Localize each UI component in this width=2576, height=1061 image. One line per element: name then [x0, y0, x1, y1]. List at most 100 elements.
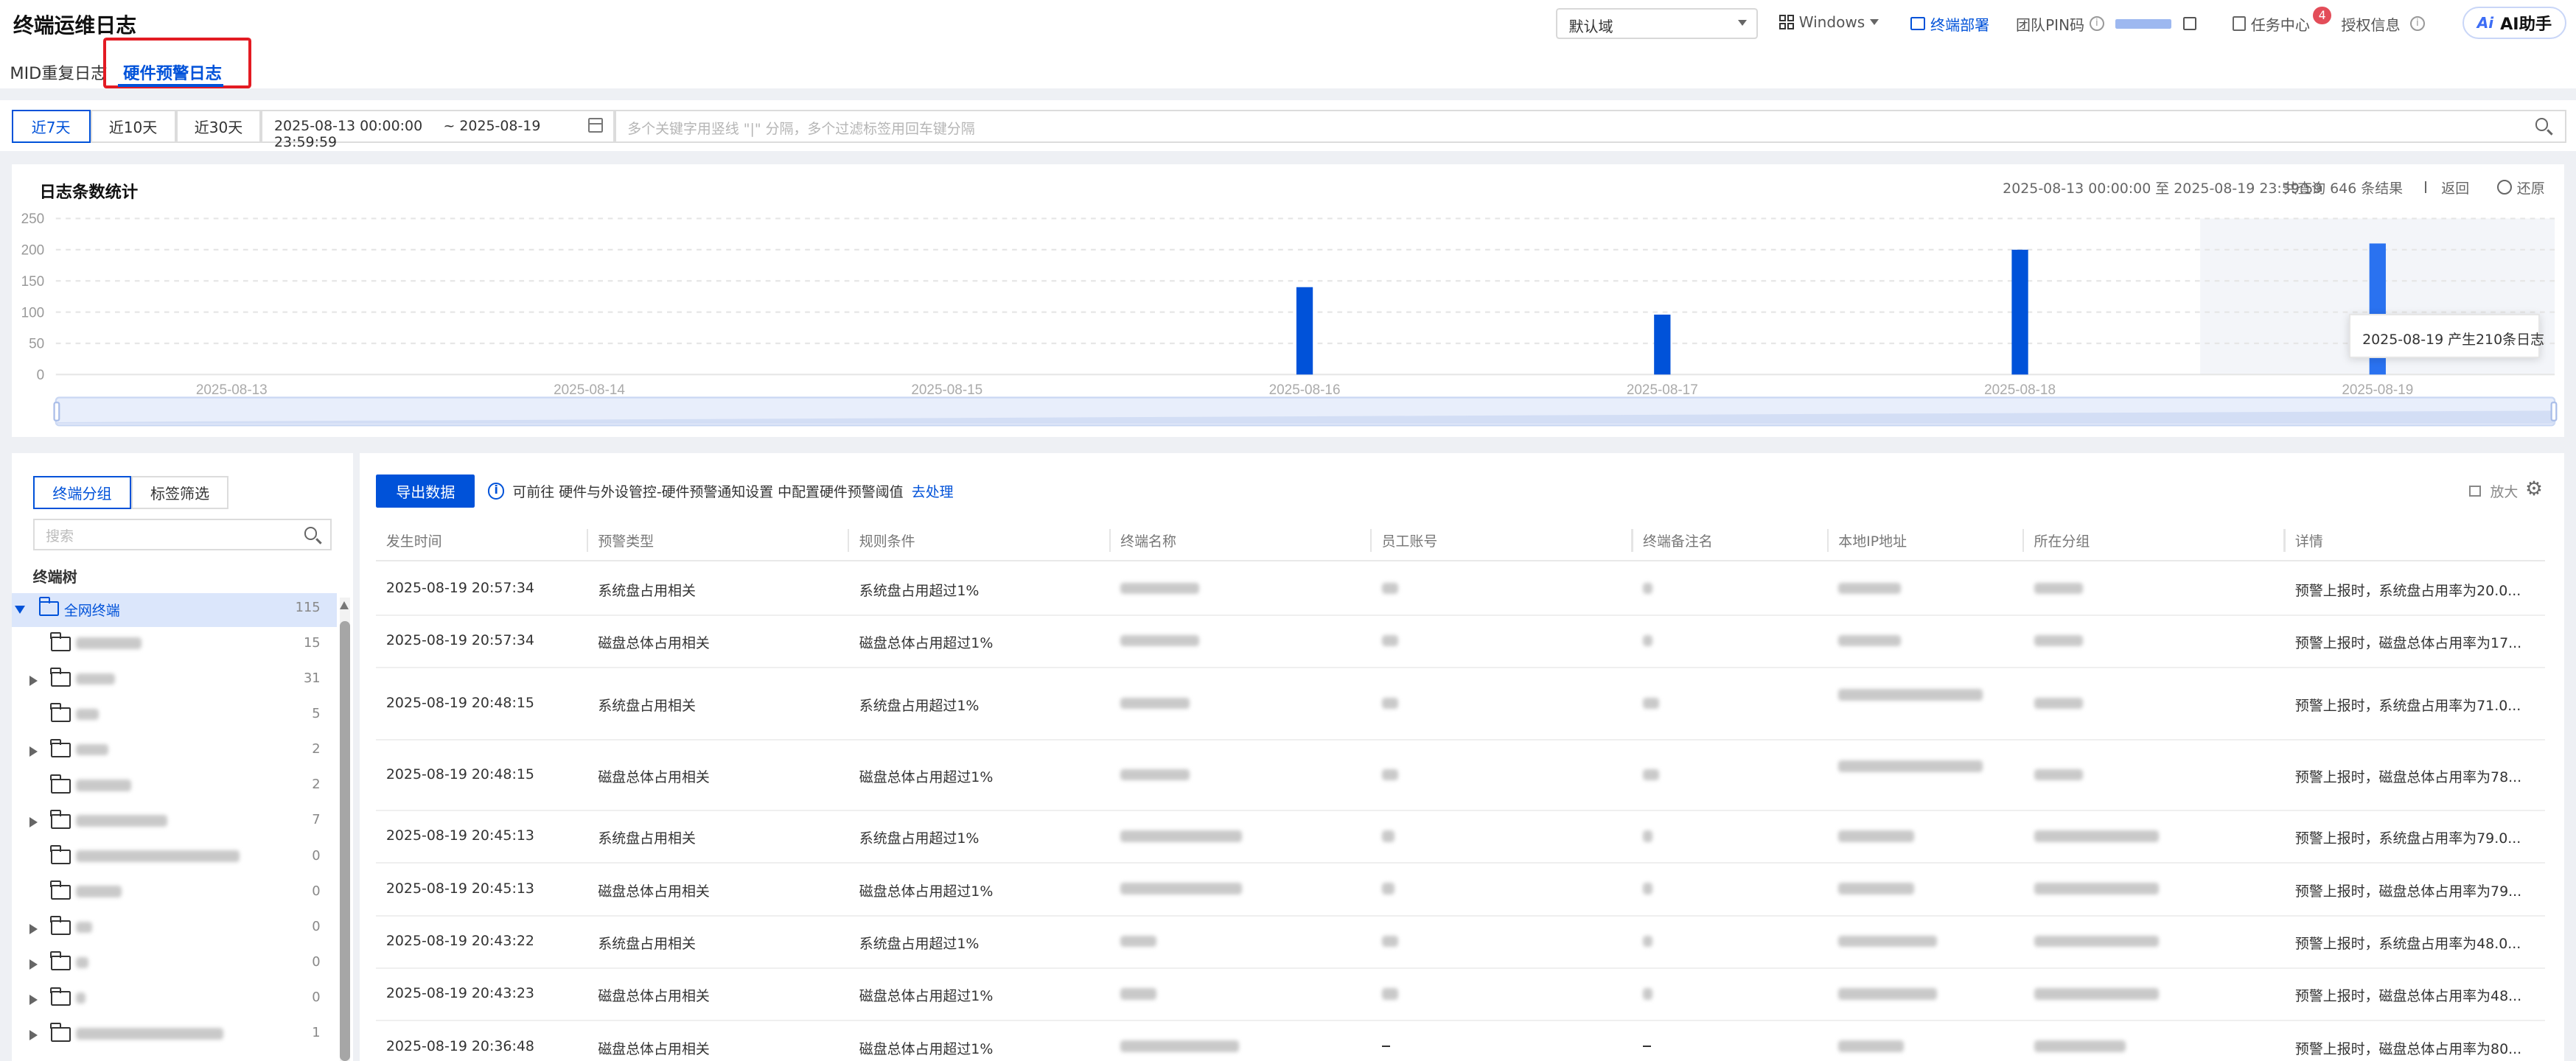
ai-logo-icon: Ai — [2476, 14, 2494, 32]
tree-item[interactable]: 2 — [12, 770, 337, 805]
cell-time: 2025-08-19 20:43:22 — [385, 933, 534, 950]
tree-item[interactable]: 1 — [12, 1018, 337, 1053]
tree-item[interactable]: 2 — [12, 735, 337, 769]
chevron-right-icon[interactable] — [29, 817, 38, 828]
table-row[interactable] — [376, 915, 2544, 967]
tree-item-label — [75, 706, 99, 722]
tree-label: 终端树 — [32, 567, 77, 586]
range-30d-button[interactable]: 近30天 — [175, 110, 262, 143]
cell-rule: 系统盘占用超过1% — [859, 697, 980, 714]
masked-value — [1120, 883, 1243, 895]
tree-item[interactable]: 7 — [12, 806, 337, 841]
chevron-right-icon[interactable] — [29, 959, 38, 970]
bar[interactable] — [2011, 249, 2028, 375]
folder-icon — [50, 703, 71, 723]
date-range-input[interactable]: 2025-08-13 00:00:00 ~ 2025-08-19 23:59:5… — [261, 110, 615, 150]
folder-icon — [50, 668, 71, 687]
chevron-right-icon[interactable] — [29, 923, 38, 934]
ai-label: AI助手 — [2500, 15, 2552, 35]
masked-value — [2034, 830, 2159, 842]
scroll-up-icon[interactable] — [340, 600, 349, 609]
tree-item[interactable]: 31 — [12, 664, 337, 698]
copy-icon[interactable] — [2182, 17, 2196, 31]
column-divider[interactable] — [1631, 528, 1633, 552]
tree-item[interactable]: 0 — [12, 912, 337, 947]
chevron-right-icon[interactable] — [29, 1030, 38, 1041]
tree-item[interactable]: 0 — [12, 877, 337, 911]
cell-ip — [1838, 687, 1983, 703]
cell-rule: 磁盘总体占用超过1% — [859, 883, 994, 900]
ai-assistant-button[interactable]: Ai AI助手 — [2462, 6, 2566, 40]
tree-item-label — [75, 670, 115, 687]
bar-chart[interactable]: 0 50 100 150 200 250 2025-08-13 2025-08-14 2025-… — [0, 164, 2576, 437]
tree-search-input[interactable]: 搜索 — [32, 519, 332, 550]
bar[interactable] — [1296, 287, 1313, 375]
column-divider[interactable] — [1826, 528, 1829, 552]
tab-mid-duplicate[interactable]: MID重复日志 — [10, 60, 107, 84]
masked-value — [1381, 582, 1398, 595]
tree-item[interactable]: 0 — [12, 948, 337, 982]
cell-account — [1381, 985, 1398, 1001]
os-select[interactable]: Windows — [1779, 13, 1879, 31]
chevron-right-icon[interactable] — [29, 994, 38, 1005]
tree-item-count: 0 — [312, 883, 321, 899]
tree-item[interactable]: 5 — [12, 699, 337, 734]
enlarge-label: 放大 — [2490, 484, 2519, 501]
x-tick-label: 2025-08-19 — [2342, 382, 2413, 398]
tree-item[interactable]: 全网终端 115 — [11, 592, 337, 628]
cell-detail: 预警上报时，系统盘占用率为20.0... — [2294, 582, 2521, 599]
column-divider[interactable] — [2283, 528, 2286, 552]
chevron-right-icon[interactable] — [29, 675, 38, 686]
export-button[interactable]: 导出数据 — [376, 475, 475, 508]
chevron-down-icon — [1737, 19, 1747, 26]
masked-value — [1381, 935, 1398, 948]
gear-icon[interactable]: ⚙ — [2525, 479, 2543, 500]
cell-detail: 预警上报时，系统盘占用率为79.0... — [2294, 830, 2521, 847]
masked-value — [1838, 830, 1914, 842]
keyword-search-input[interactable]: 多个关键字用竖线 "|" 分隔，多个过滤标签用回车键分隔 — [614, 110, 2566, 143]
search-icon[interactable] — [304, 527, 318, 541]
tree-item-count: 15 — [303, 634, 321, 651]
column-divider[interactable] — [1369, 528, 1372, 552]
cell-ip — [1838, 985, 1937, 1001]
range-7d-button[interactable]: 近7天 — [11, 110, 91, 143]
notice-link[interactable]: 去处理 — [912, 481, 954, 501]
x-tick-label: 2025-08-16 — [1269, 382, 1341, 398]
column-divider[interactable] — [1109, 528, 1111, 552]
active-tab-indicator — [118, 83, 224, 88]
cell-ip — [1838, 880, 1914, 897]
tree-item[interactable]: 0 — [12, 841, 337, 876]
seg-terminal-group[interactable]: 终端分组 — [32, 476, 132, 509]
tab-hardware-alert[interactable]: 硬件预警日志 — [123, 60, 222, 84]
info-icon[interactable]: i — [2089, 16, 2104, 32]
column-divider[interactable] — [586, 528, 588, 552]
x-tick-label: 2025-08-13 — [196, 382, 268, 398]
tree-scroll-thumb[interactable] — [340, 620, 350, 1061]
bar[interactable] — [1654, 314, 1671, 375]
chevron-down-icon[interactable] — [15, 606, 26, 614]
column-divider[interactable] — [2022, 528, 2025, 552]
deploy-link[interactable]: 终端部署 — [1910, 13, 1989, 35]
task-center[interactable]: 任务中心 — [2233, 13, 2310, 35]
table-row[interactable] — [376, 667, 2544, 739]
calendar-icon[interactable] — [588, 118, 604, 133]
tree-item[interactable]: 15 — [12, 628, 337, 663]
tree-item-count: 0 — [312, 847, 321, 864]
tree-item-count: 1 — [312, 1025, 321, 1041]
column-divider[interactable] — [848, 528, 850, 552]
enlarge-button[interactable]: 放大 — [2469, 481, 2518, 501]
table-row[interactable] — [376, 561, 2544, 614]
chevron-right-icon[interactable] — [29, 746, 38, 757]
domain-select[interactable]: 默认域 — [1555, 8, 1759, 40]
cell-group — [2034, 695, 2084, 711]
tree-item[interactable]: 0 — [12, 983, 337, 1018]
cell-remark — [1643, 827, 1653, 844]
range-10d-button[interactable]: 近10天 — [90, 110, 176, 143]
folder-icon — [50, 845, 71, 864]
seg-tag-filter[interactable]: 标签筛选 — [131, 476, 228, 509]
table-row[interactable] — [376, 810, 2544, 862]
cell-account — [1381, 695, 1398, 711]
license-info[interactable]: 授权信息 i — [2341, 13, 2425, 35]
folder-icon — [50, 738, 71, 758]
search-icon[interactable] — [2535, 118, 2549, 132]
